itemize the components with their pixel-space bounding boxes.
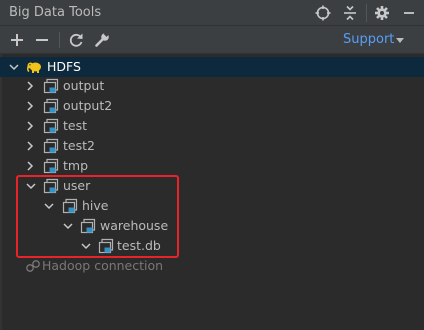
tree-node-label: HDFS <box>47 59 81 74</box>
hdfs-folder-icon <box>43 118 59 134</box>
hdfs-folder-icon <box>43 158 59 174</box>
tree-node-hdfs[interactable]: HDFS <box>0 57 424 77</box>
chevron-right-icon[interactable] <box>24 120 36 132</box>
hadoop-elephant-icon <box>26 62 41 73</box>
refresh-icon[interactable] <box>67 31 85 49</box>
tool-window-header: Big Data Tools <box>0 0 424 26</box>
chevron-down-icon[interactable] <box>396 38 404 43</box>
minus-icon[interactable] <box>33 31 51 49</box>
toolbar-divider <box>59 32 60 48</box>
tree-node-folder[interactable]: test2 <box>0 136 424 156</box>
tool-window-title: Big Data Tools <box>9 5 102 20</box>
chevron-right-icon[interactable] <box>24 140 36 152</box>
annotation-highlight-box <box>16 175 179 258</box>
tree-node-folder[interactable]: output2 <box>0 96 424 116</box>
hdfs-folder-icon <box>43 138 59 154</box>
tree-node-label: output2 <box>63 98 113 113</box>
chevron-right-icon[interactable] <box>24 80 36 92</box>
wrench-icon[interactable] <box>93 31 111 49</box>
plus-icon[interactable] <box>8 31 26 49</box>
connection-hint-label: Hadoop connection <box>42 258 164 273</box>
connection-row[interactable]: Hadoop connection <box>0 256 424 276</box>
tree-node-label: test <box>63 118 88 133</box>
connection-icon <box>26 260 40 272</box>
tree-node-folder[interactable]: tmp <box>0 156 424 176</box>
collapse-icon[interactable] <box>341 4 359 22</box>
hdfs-folder-icon <box>43 78 59 94</box>
toolbar: Support <box>0 26 424 54</box>
tree-node-folder[interactable]: test <box>0 116 424 136</box>
titlebar-divider <box>366 4 367 22</box>
tree-node-label: tmp <box>63 158 89 173</box>
chevron-down-icon[interactable] <box>8 61 20 73</box>
hdfs-folder-icon <box>43 98 59 114</box>
chevron-right-icon[interactable] <box>24 100 36 112</box>
tree-node-folder[interactable]: output <box>0 76 424 96</box>
crosshair-icon[interactable] <box>314 4 332 22</box>
support-dropdown[interactable]: Support <box>343 32 394 47</box>
tree-node-label: output <box>63 78 105 93</box>
tree-node-label: test2 <box>63 138 95 153</box>
minimize-icon[interactable] <box>400 4 418 22</box>
chevron-right-icon[interactable] <box>24 160 36 172</box>
gear-icon[interactable] <box>373 4 391 22</box>
